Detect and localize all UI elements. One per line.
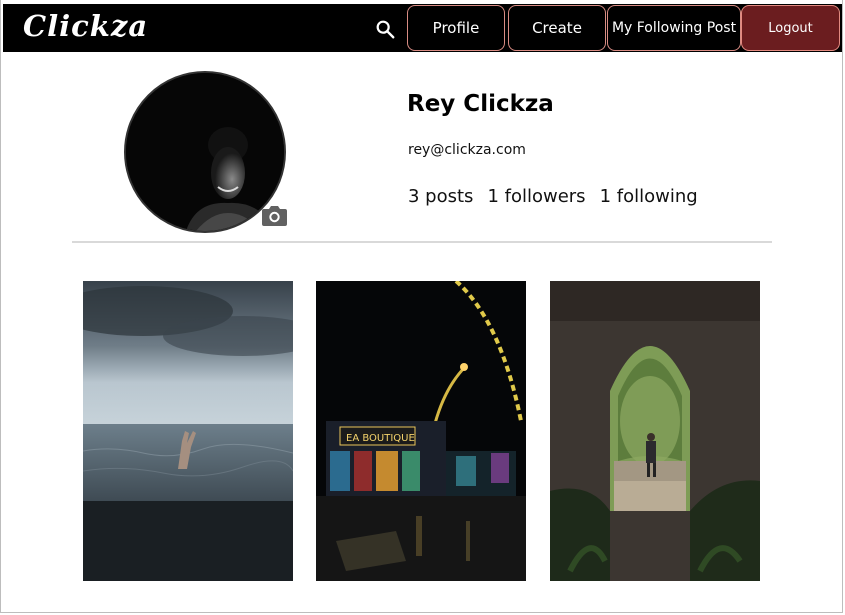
profile-name: Rey Clickza <box>407 91 554 117</box>
my-following-post-button[interactable]: My Following Post <box>607 5 741 51</box>
profile-email: rey@clickza.com <box>408 142 526 158</box>
profile-button[interactable]: Profile <box>407 5 505 51</box>
followers-count[interactable]: 1 followers <box>487 186 585 207</box>
post-image-3[interactable] <box>550 281 760 581</box>
search-icon[interactable] <box>374 18 396 40</box>
divider <box>72 241 772 243</box>
camera-icon[interactable] <box>261 203 288 227</box>
navbar: Clickza Profile Create My Following Post… <box>3 4 842 52</box>
post-image-2[interactable]: EA BOUTIQUE <box>316 281 526 581</box>
post-image-1[interactable] <box>83 281 293 581</box>
create-button[interactable]: Create <box>508 5 606 51</box>
brand-logo[interactable]: Clickza <box>23 9 148 43</box>
logout-button[interactable]: Logout <box>741 5 840 51</box>
following-count[interactable]: 1 following <box>600 186 698 207</box>
posts-count: 3 posts <box>408 186 474 207</box>
svg-text:EA BOUTIQUE: EA BOUTIQUE <box>346 433 415 444</box>
profile-stats: 3 posts 1 followers 1 following <box>408 186 698 207</box>
